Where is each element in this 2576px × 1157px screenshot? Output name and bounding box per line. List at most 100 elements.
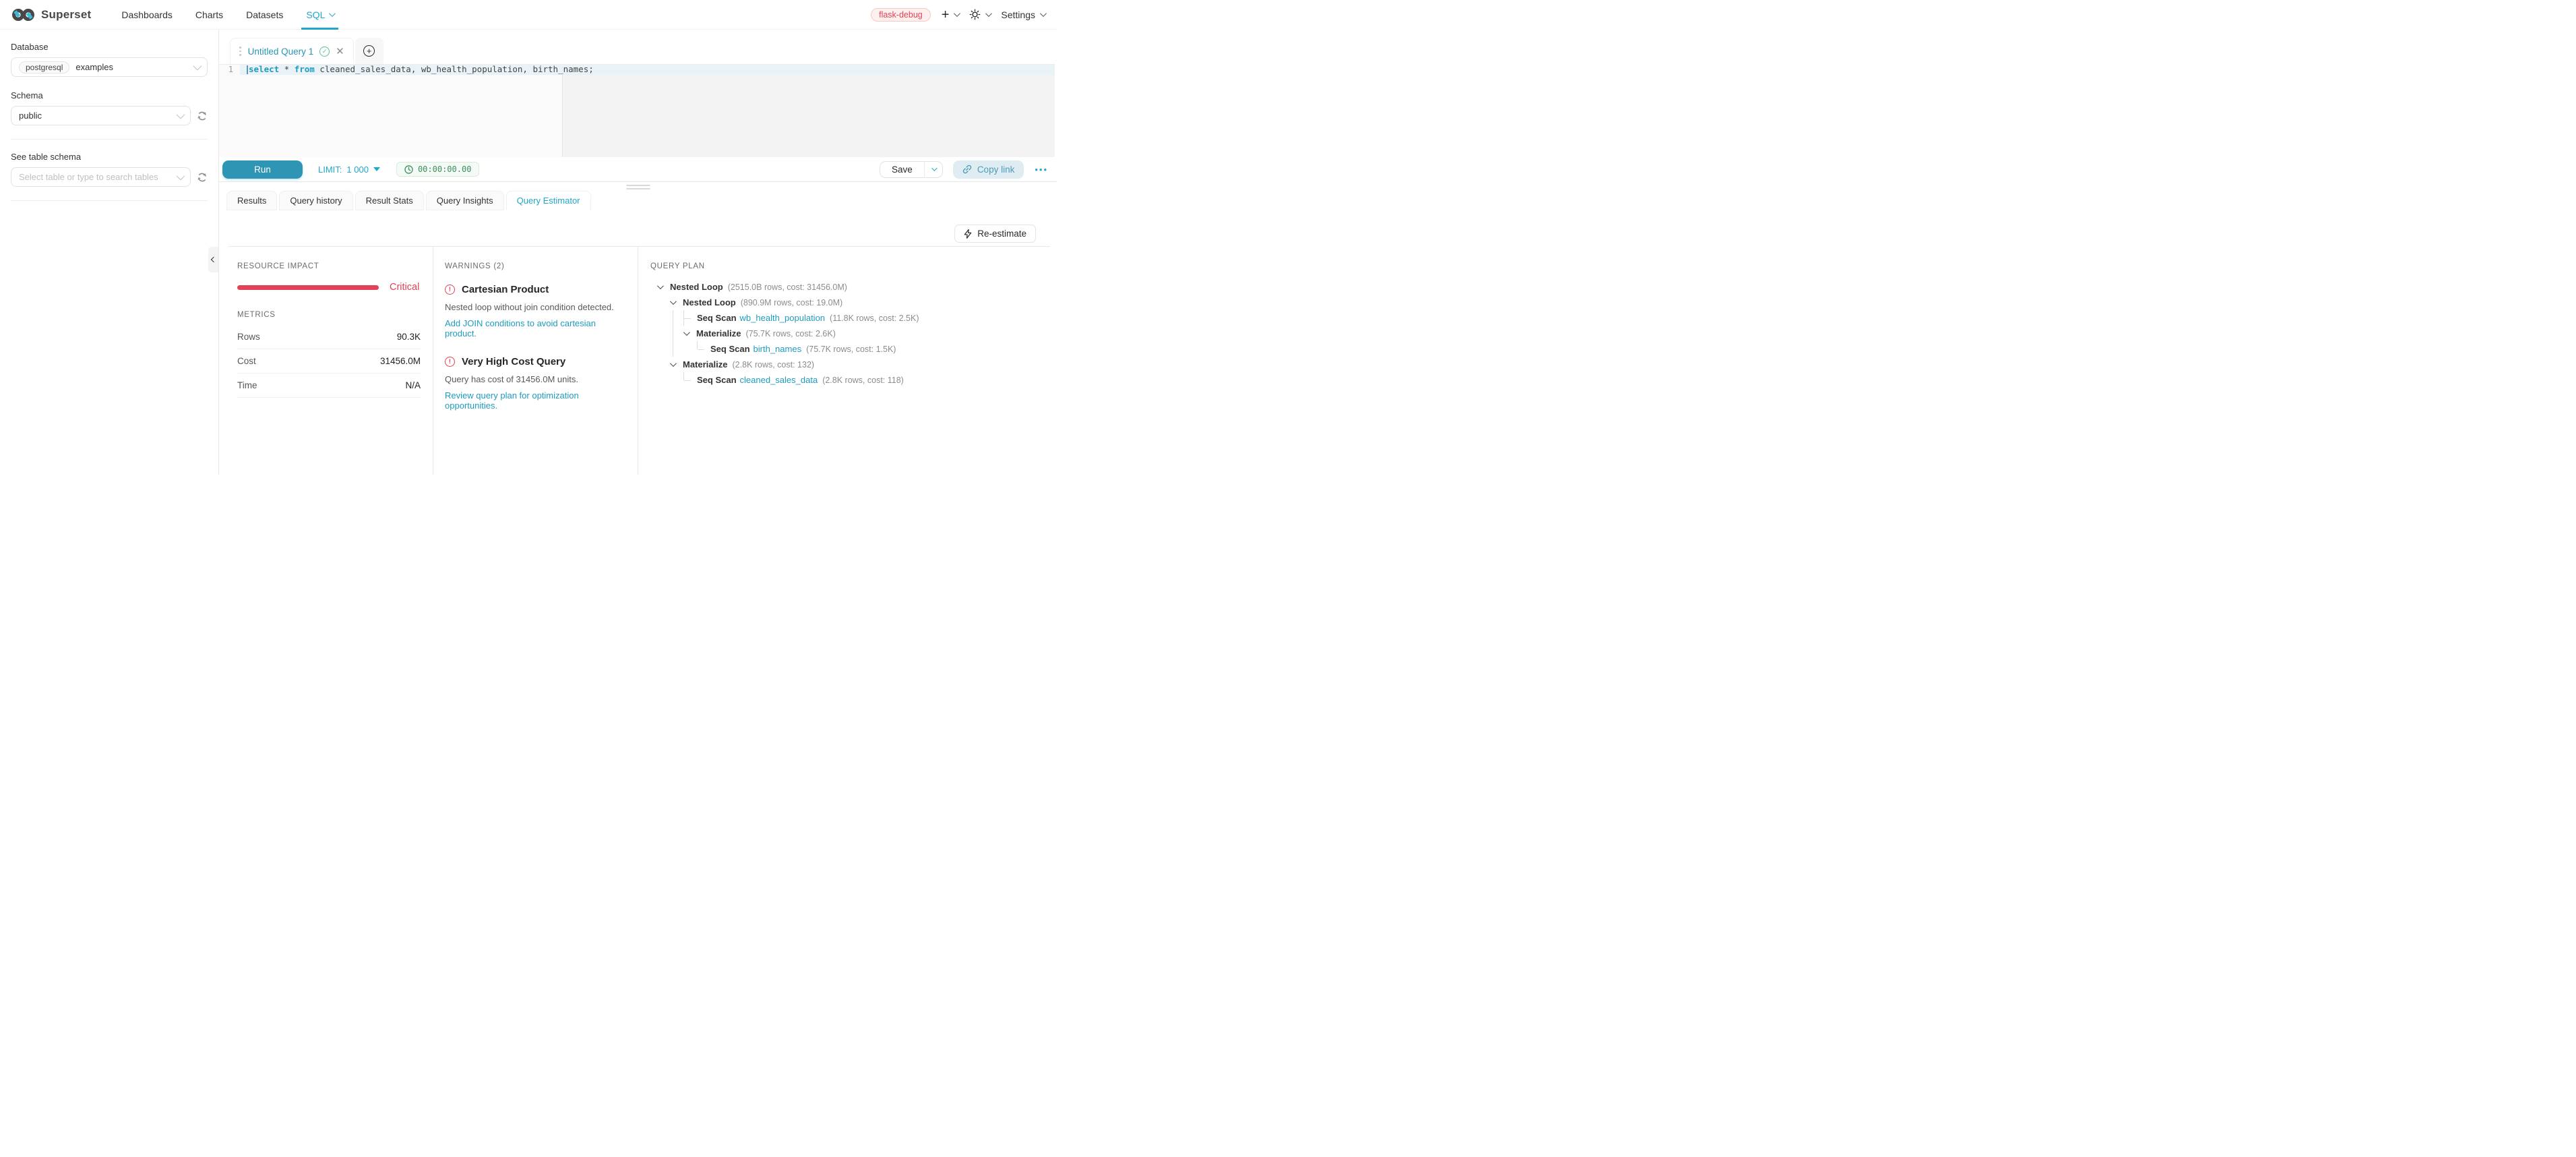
metric-row: Time N/A — [237, 374, 421, 398]
warnings-column: WARNINGS (2) ! Cartesian Product Nested … — [433, 247, 638, 475]
limit-dropdown[interactable]: LIMIT: 1 000 — [318, 165, 380, 175]
plan-node: Nested Loop (2515.0B rows, cost: 31456.0… — [650, 279, 1038, 295]
warning-card: ! Cartesian Product Nested loop without … — [445, 284, 625, 338]
refresh-icon[interactable] — [197, 172, 208, 183]
warning-description: Query has cost of 31456.0M units. — [445, 374, 625, 384]
plan-table-link[interactable]: cleaned_sales_data — [740, 375, 818, 385]
tab-result-stats[interactable]: Result Stats — [355, 191, 424, 210]
chevron-down-icon — [177, 172, 185, 181]
pane-splitter[interactable] — [219, 182, 1057, 191]
plus-circle-icon: + — [363, 45, 375, 57]
query-tab[interactable]: Untitled Query 1 ✓ ✕ — [230, 38, 354, 64]
query-timer: 00:00:00.00 — [396, 162, 479, 177]
drag-handle-icon — [239, 47, 241, 56]
save-options-button[interactable] — [924, 161, 943, 178]
splitter-drag-handle-icon — [626, 185, 650, 189]
sidebar-divider — [11, 139, 208, 140]
warning-suggestion-link[interactable]: Review query plan for optimization oppor… — [445, 390, 625, 411]
limit-label: LIMIT: — [318, 165, 342, 175]
plan-node: Materialize (2.8K rows, cost: 132) — [650, 357, 1038, 372]
nav-item-charts[interactable]: Charts — [184, 0, 235, 30]
chevron-left-icon — [210, 257, 216, 262]
refresh-icon[interactable] — [197, 111, 208, 121]
warning-title: Very High Cost Query — [462, 356, 565, 367]
navbar: Superset Dashboards Charts Datasets SQL … — [0, 0, 1057, 30]
warning-card: ! Very High Cost Query Query has cost of… — [445, 356, 625, 411]
schema-field: Schema public — [11, 90, 208, 125]
query-plan-tree: Nested Loop (2515.0B rows, cost: 31456.0… — [650, 279, 1038, 388]
superset-logo-icon — [11, 7, 36, 22]
warning-icon: ! — [445, 285, 455, 295]
warning-suggestion-link[interactable]: Add JOIN conditions to avoid cartesian p… — [445, 318, 625, 338]
sidebar-collapse-button[interactable] — [208, 247, 218, 272]
resource-impact-column: RESOURCE IMPACT Critical METRICS Rows 90… — [228, 247, 433, 475]
plan-node: Materialize (75.7K rows, cost: 2.6K) — [650, 326, 1038, 341]
line-number: 1 — [219, 65, 240, 74]
chevron-down-icon[interactable] — [657, 283, 664, 289]
theme-toggle[interactable] — [969, 9, 990, 20]
close-tab-icon[interactable]: ✕ — [336, 47, 344, 57]
tab-query-estimator[interactable]: Query Estimator — [506, 191, 591, 210]
active-code-line: select * from cleaned_sales_data, wb_hea… — [240, 65, 1055, 75]
chevron-down-icon — [193, 62, 202, 71]
add-query-tab-button[interactable]: + — [355, 38, 384, 64]
sql-text: cleaned_sales_data, wb_health_population… — [315, 65, 594, 74]
nav-item-dashboards[interactable]: Dashboards — [110, 0, 184, 30]
query-estimator-panel: Re-estimate RESOURCE IMPACT Critical MET… — [219, 210, 1057, 475]
settings-menu[interactable]: Settings — [1001, 9, 1045, 20]
chevron-down-icon — [1040, 10, 1047, 17]
metric-row: Cost 31456.0M — [237, 349, 421, 374]
table-select[interactable] — [11, 167, 191, 187]
copy-link-button[interactable]: Copy link — [953, 160, 1024, 179]
new-item-button[interactable]: + — [942, 8, 959, 22]
chevron-down-icon[interactable] — [670, 298, 677, 305]
resource-impact-header: RESOURCE IMPACT — [237, 262, 421, 270]
chevron-down-icon — [954, 10, 960, 17]
run-query-button[interactable]: Run — [222, 160, 303, 179]
reestimate-button[interactable]: Re-estimate — [954, 225, 1036, 243]
impact-level: Critical — [390, 282, 419, 293]
nav-item-datasets[interactable]: Datasets — [235, 0, 295, 30]
tab-results[interactable]: Results — [226, 191, 277, 210]
query-saved-check-icon: ✓ — [319, 47, 330, 57]
sql-code-editor[interactable]: 1 select * from cleaned_sales_data, wb_h… — [219, 64, 1055, 157]
more-actions-button[interactable]: ••• — [1035, 165, 1048, 175]
warning-icon: ! — [445, 357, 455, 367]
plan-table-link[interactable]: wb_health_population — [740, 313, 826, 323]
tab-query-insights[interactable]: Query Insights — [426, 191, 504, 210]
save-button[interactable]: Save — [880, 161, 924, 178]
plan-node: Seq Scan wb_health_population (11.8K row… — [650, 310, 1038, 326]
limit-value: 1 000 — [346, 165, 369, 175]
nav-item-sql[interactable]: SQL — [295, 0, 345, 30]
schema-value: public — [19, 111, 42, 121]
query-plan-column: QUERY PLAN Nested Loop (2515.0B rows, co… — [638, 247, 1050, 475]
query-plan-header: QUERY PLAN — [650, 262, 1038, 270]
tab-query-history[interactable]: Query history — [279, 191, 352, 210]
chevron-down-icon — [329, 10, 336, 17]
chevron-down-icon — [931, 165, 937, 171]
plan-table-link[interactable]: birth_names — [754, 344, 802, 354]
text-cursor — [247, 65, 248, 74]
clock-icon — [404, 165, 413, 174]
sidebar-divider — [11, 200, 208, 201]
chevron-down-icon[interactable] — [670, 360, 677, 367]
caret-down-icon — [373, 167, 380, 171]
superset-logo[interactable]: Superset — [11, 7, 91, 22]
save-split-button: Save — [880, 161, 943, 178]
tree-elbow-connector — [697, 341, 705, 357]
timer-value: 00:00:00.00 — [418, 165, 471, 174]
schema-label: Schema — [11, 90, 208, 100]
lightning-icon — [964, 229, 972, 239]
plus-icon: + — [942, 8, 950, 22]
database-select[interactable]: postgresql examples — [11, 57, 208, 77]
brand-name: Superset — [41, 8, 91, 22]
sql-editor-panel: Untitled Query 1 ✓ ✕ + 1 select * from c… — [219, 30, 1057, 475]
chevron-down-icon[interactable] — [683, 329, 690, 336]
results-tabbar: Results Query history Result Stats Query… — [226, 191, 1057, 210]
environment-badge: flask-debug — [871, 8, 931, 22]
db-engine-tag: postgresql — [19, 61, 69, 73]
table-schema-field: See table schema — [11, 152, 208, 187]
schema-select[interactable]: public — [11, 106, 191, 125]
table-search-input[interactable] — [19, 172, 177, 182]
impact-bar — [237, 285, 379, 290]
